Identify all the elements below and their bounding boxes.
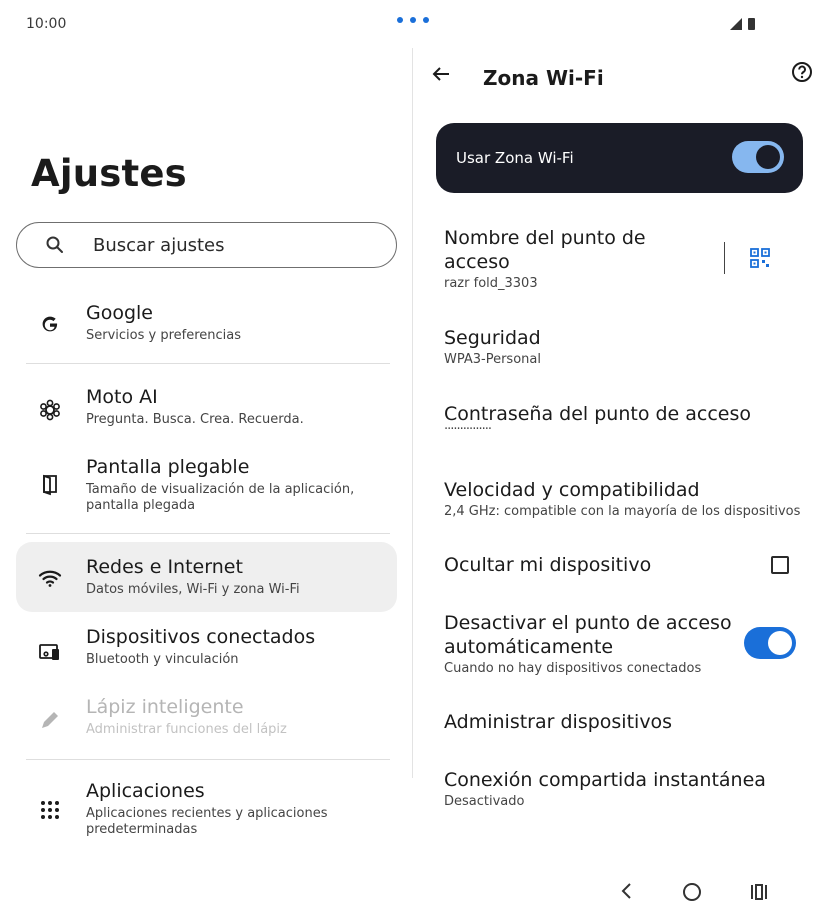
setting-title: Contraseña del punto de acceso — [444, 403, 752, 425]
menu-item-google[interactable]: Google Servicios y preferencias — [16, 292, 397, 358]
menu-item-redes-internet[interactable]: Redes e Internet Datos móviles, Wi-Fi y … — [16, 542, 397, 612]
menu-item-aplicaciones[interactable]: Aplicaciones Aplicaciones recientes y ap… — [16, 772, 397, 848]
setting-title: Seguridad — [444, 327, 541, 349]
setting-instant-tethering[interactable]: Conexión compartida instantánea Desactiv… — [444, 768, 804, 809]
setting-title: Velocidad y compatibilidad — [444, 479, 700, 501]
page-title: Ajustes — [31, 152, 187, 195]
menu-item-subtitle: Tamaño de visualización de la aplicación… — [86, 482, 355, 513]
setting-title: Desactivar el punto de acceso automática… — [444, 612, 732, 658]
hotspot-detail-pane: Zona Wi-Fi Usar Zona Wi-Fi Nombre del pu… — [413, 48, 826, 868]
menu-item-subtitle: Datos móviles, Wi-Fi y zona Wi-Fi — [86, 582, 300, 597]
apps-grid-icon — [41, 801, 59, 819]
wifi-icon — [38, 570, 62, 587]
setting-password[interactable]: Contraseña del punto de acceso ·········… — [444, 402, 804, 437]
menu-item-title: Google — [86, 302, 154, 324]
setting-title: Conexión compartida instantánea — [444, 769, 766, 791]
divider — [26, 533, 390, 534]
help-icon[interactable] — [791, 61, 813, 83]
menu-item-title: Aplicaciones — [86, 780, 205, 802]
status-time: 10:00 — [26, 16, 67, 32]
divider — [26, 759, 390, 760]
setting-subtitle: Desactivado — [444, 794, 525, 809]
menu-item-pantalla-plegable[interactable]: Pantalla plegable Tamaño de visualizació… — [16, 448, 397, 524]
setting-subtitle: Cuando no hay dispositivos conectados — [444, 661, 702, 676]
toggle-knob — [756, 145, 780, 169]
menu-item-subtitle: Servicios y preferencias — [86, 328, 242, 343]
setting-title: Administrar dispositivos — [444, 711, 673, 733]
setting-manage-devices[interactable]: Administrar dispositivos — [444, 710, 804, 734]
divider — [26, 363, 390, 364]
back-arrow-icon[interactable] — [431, 64, 451, 84]
use-hotspot-switch-card[interactable]: Usar Zona Wi-Fi — [436, 123, 803, 193]
setting-speed-compat[interactable]: Velocidad y compatibilidad 2,4 GHz: comp… — [444, 478, 819, 519]
menu-item-subtitle: Pregunta. Busca. Crea. Recuerda. — [86, 412, 304, 427]
signal-battery-icon — [730, 18, 755, 30]
use-hotspot-label: Usar Zona Wi-Fi — [456, 149, 574, 167]
menu-item-title: Moto AI — [86, 386, 158, 408]
auto-off-toggle[interactable] — [744, 627, 796, 659]
settings-list-pane: Ajustes Buscar ajustes Google Servicios … — [0, 48, 412, 868]
foldable-screen-icon — [43, 474, 57, 496]
setting-title: Nombre del punto de acceso — [444, 227, 646, 273]
status-bar: 10:00 — [0, 0, 826, 48]
more-dots-icon — [397, 17, 429, 23]
setting-security[interactable]: Seguridad WPA3-Personal — [444, 326, 804, 367]
search-input[interactable]: Buscar ajustes — [16, 222, 397, 268]
navigation-bar — [413, 868, 826, 919]
google-icon — [42, 316, 58, 332]
menu-item-dispositivos-conectados[interactable]: Dispositivos conectados Bluetooth y vinc… — [16, 618, 397, 682]
menu-item-title: Redes e Internet — [86, 556, 243, 578]
nav-home-icon[interactable] — [683, 883, 701, 901]
toggle-knob — [768, 631, 792, 655]
use-hotspot-toggle[interactable] — [732, 141, 784, 173]
nav-back-icon[interactable] — [619, 882, 633, 900]
setting-hide-device[interactable]: Ocultar mi dispositivo — [444, 553, 804, 577]
nav-recents-icon[interactable] — [750, 883, 768, 901]
detail-title: Zona Wi-Fi — [483, 66, 604, 90]
search-icon — [46, 236, 63, 253]
setting-auto-off[interactable]: Desactivar el punto de acceso automática… — [444, 611, 739, 676]
menu-item-subtitle: Aplicaciones recientes y aplicaciones pr… — [86, 806, 328, 837]
divider — [724, 242, 725, 274]
setting-title: Ocultar mi dispositivo — [444, 554, 652, 576]
menu-item-title: Pantalla plegable — [86, 456, 250, 478]
setting-subtitle: 2,4 GHz: compatible con la mayoría de lo… — [444, 504, 801, 519]
hide-device-checkbox[interactable] — [771, 556, 789, 574]
menu-item-subtitle: Administrar funciones del lápiz — [86, 722, 287, 737]
setting-subtitle: razr fold_3303 — [444, 276, 538, 291]
connected-devices-icon — [39, 644, 59, 660]
setting-hotspot-name[interactable]: Nombre del punto de acceso razr fold_330… — [444, 226, 714, 291]
menu-item-title: Dispositivos conectados — [86, 626, 316, 648]
pen-icon — [42, 712, 58, 728]
moto-ai-icon — [40, 399, 60, 421]
menu-item-lapiz-inteligente: Lápiz inteligente Administrar funciones … — [16, 688, 397, 752]
qr-code-icon[interactable] — [750, 248, 770, 268]
menu-item-subtitle: Bluetooth y vinculación — [86, 652, 239, 667]
menu-item-title: Lápiz inteligente — [86, 696, 244, 718]
search-placeholder: Buscar ajustes — [93, 235, 225, 256]
menu-item-moto-ai[interactable]: Moto AI Pregunta. Busca. Crea. Recuerda. — [16, 378, 397, 442]
setting-subtitle: WPA3-Personal — [444, 352, 541, 367]
